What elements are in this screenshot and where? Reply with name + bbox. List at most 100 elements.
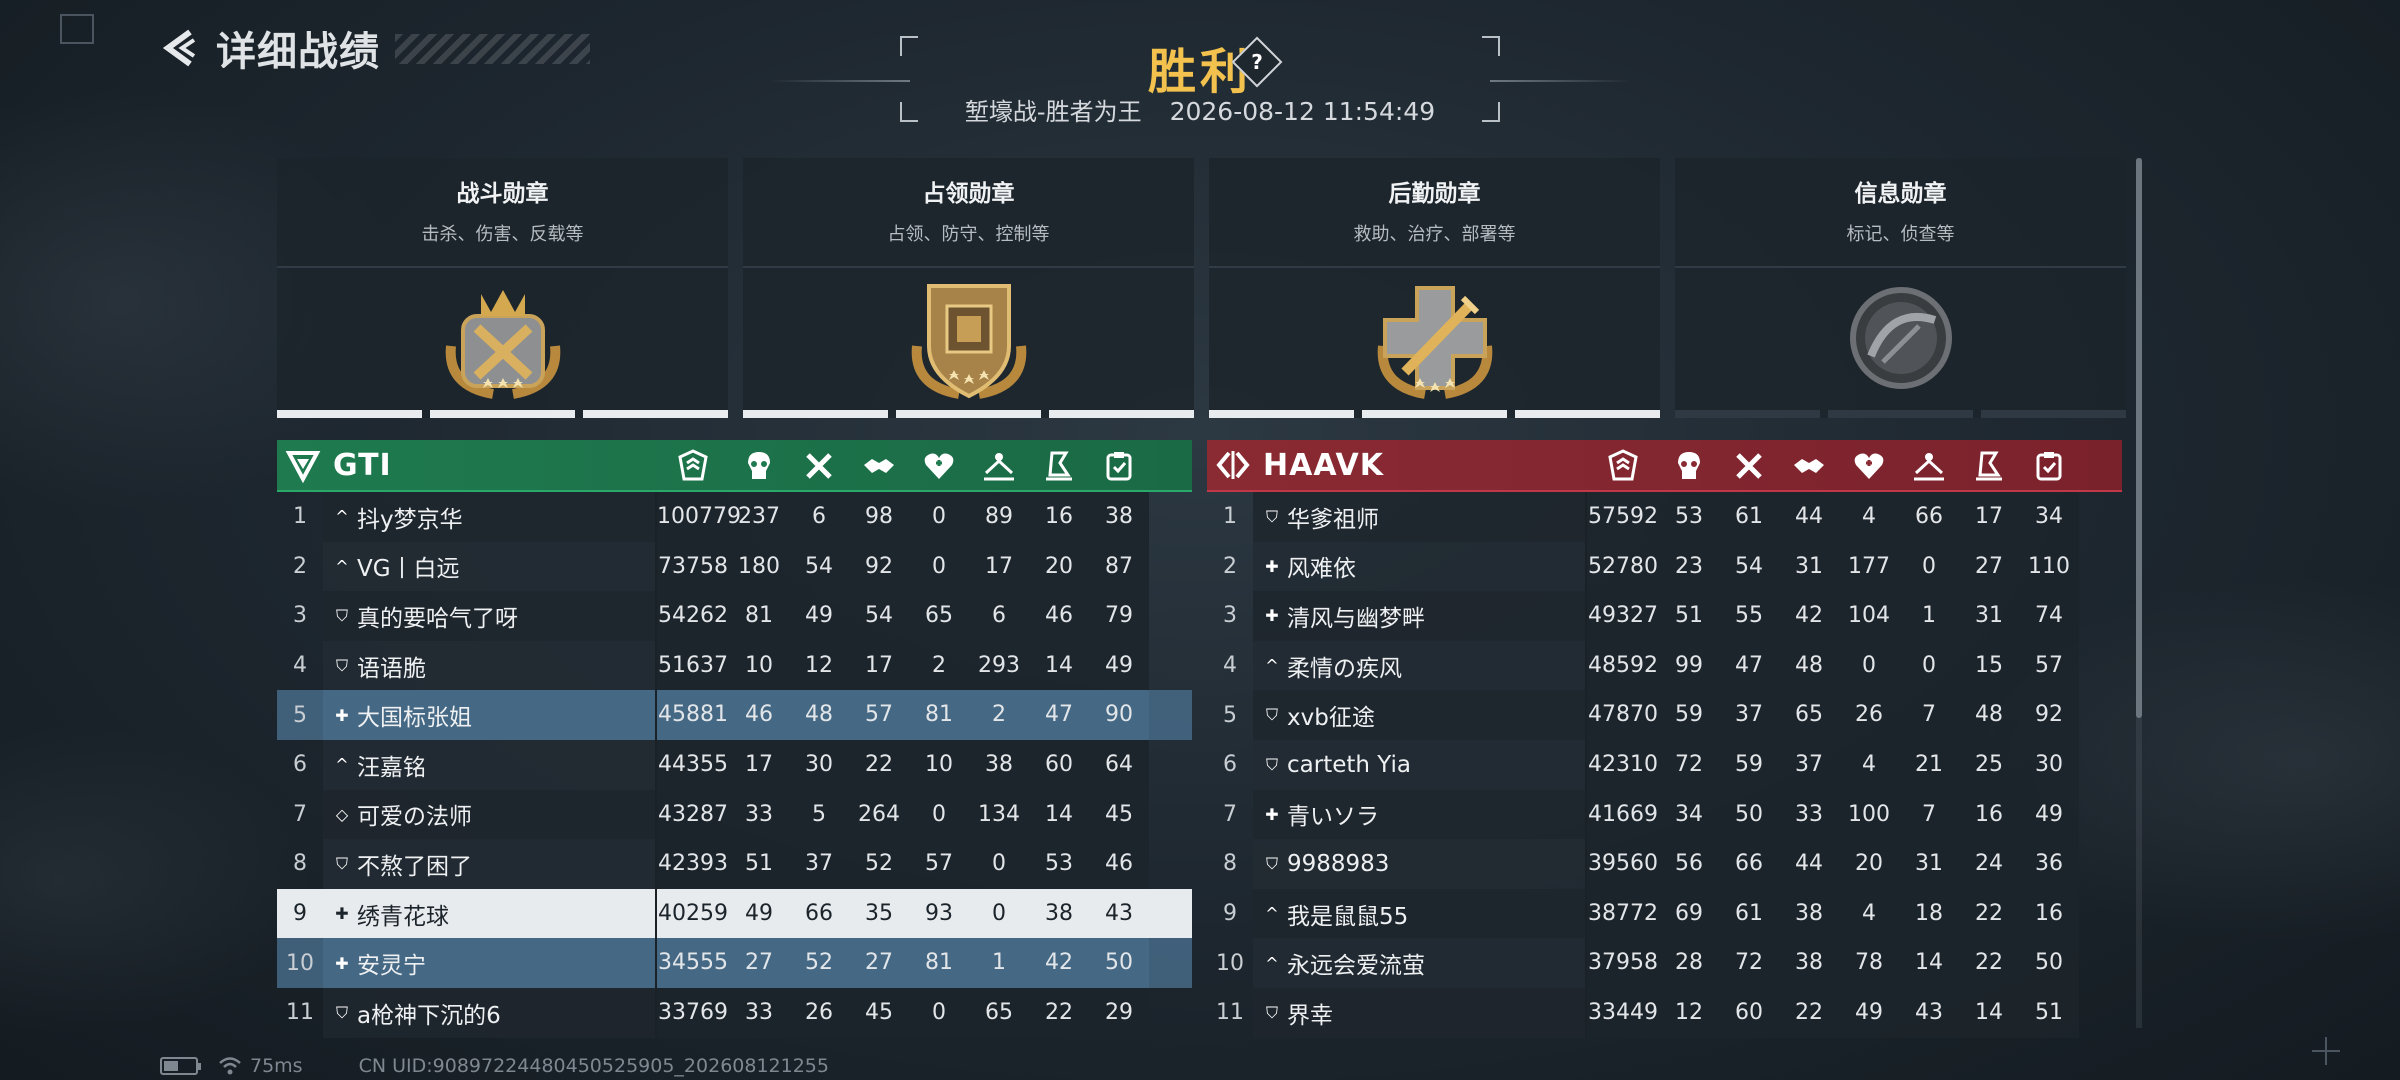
player-row[interactable]: 7 ✚ 青いソラ 41669 34 50 33 100 7 16 49 <box>1207 789 2122 840</box>
player-name: 不熬了困了 <box>357 853 472 880</box>
player-stats: 73758 180 54 92 0 17 20 87 <box>657 541 1149 592</box>
stat-cell: 48 <box>1975 702 2003 728</box>
scrollbar[interactable] <box>2136 158 2142 718</box>
player-row[interactable]: 9 ✚ 绣青花球 40259 49 66 35 93 0 38 43 <box>277 888 1192 939</box>
stat-cell: 48 <box>805 702 833 728</box>
player-row[interactable]: 2 ✚ 风难依 52780 23 54 31 177 0 27 110 <box>1207 541 2122 592</box>
player-row[interactable]: 4 ^ 柔情の疾风 48592 99 47 48 0 0 15 57 <box>1207 640 2122 691</box>
stat-cell: 6 <box>992 603 1006 629</box>
stat-cell: 57592 <box>1588 504 1658 529</box>
player-row[interactable]: 10 ^ 永远会爱流萤 37958 28 72 38 78 14 22 50 <box>1207 938 2122 988</box>
stat-cell: 33449 <box>1588 999 1658 1025</box>
objective-icon <box>1899 440 1959 492</box>
stat-cell: 16 <box>2035 900 2063 926</box>
stat-cell: 22 <box>865 751 893 777</box>
player-row[interactable]: 2 ^ VG丨白远 73758 180 54 92 0 17 20 87 <box>277 541 1192 592</box>
class-icon: ◇ <box>335 804 349 824</box>
stat-cell: 49 <box>1855 999 1883 1025</box>
player-row[interactable]: 11 ⛉ 界幸 33449 12 60 22 49 43 14 51 <box>1207 987 2122 1038</box>
back-button[interactable]: 详细战绩 <box>160 26 380 75</box>
player-row[interactable]: 7 ◇ 可爱の法师 43287 33 5 264 0 134 14 45 <box>277 789 1192 840</box>
stat-cell: 12 <box>805 652 833 678</box>
player-row[interactable]: 10 ✚ 安灵宁 34555 27 52 27 81 1 42 50 <box>277 938 1192 988</box>
player-row[interactable]: 1 ⛉ 华爹祖师 57592 53 61 44 4 66 17 34 <box>1207 492 2122 542</box>
player-cell: ✚ 风难依 <box>1253 541 1587 592</box>
team-name: GTI <box>333 447 392 483</box>
player-name: 青いソラ <box>1287 804 1379 831</box>
player-row[interactable]: 1 ^ 抖y梦京华 100779 237 6 98 0 89 16 38 <box>277 492 1192 542</box>
player-row[interactable]: 11 ⛉ a枪神下沉的6 33769 33 26 45 0 65 22 29 <box>277 987 1192 1038</box>
player-row[interactable]: 8 ⛉ 9988983 39560 56 66 44 20 31 24 36 <box>1207 839 2122 889</box>
stat-cell: 98 <box>865 504 893 529</box>
stat-cell: 48 <box>1795 652 1823 678</box>
player-cell: ⛉ carteth Yia <box>1253 739 1587 790</box>
stat-cell: 34 <box>1675 801 1703 827</box>
stat-cell: 43 <box>1105 900 1133 926</box>
player-row[interactable]: 3 ⛉ 真的要哈气了呀 54262 81 49 54 65 6 46 79 <box>277 591 1192 641</box>
player-row[interactable]: 4 ⛉ 语语脆 51637 10 12 17 2 293 14 49 <box>277 640 1192 691</box>
stat-cell: 37958 <box>1588 950 1658 976</box>
stat-cell: 14 <box>1045 652 1073 678</box>
player-cell: ◇ 可爱の法师 <box>323 789 657 840</box>
stat-cell: 14 <box>1915 950 1943 976</box>
player-row[interactable]: 5 ✚ 大国标张姐 45881 46 48 57 81 2 47 90 <box>277 690 1192 740</box>
medal-card-capture[interactable]: 占领勋章 占领、防守、控制等 <box>743 158 1194 418</box>
player-stats: 48592 99 47 48 0 0 15 57 <box>1587 640 2079 691</box>
stat-cell: 55 <box>1735 603 1763 629</box>
match-info: 堑壕战-胜者为王 2026-08-12 11:54:49 <box>900 92 1500 127</box>
stat-cell: 7 <box>1922 801 1936 827</box>
stat-cell: 237 <box>738 504 780 529</box>
player-name: VG丨白远 <box>357 556 460 583</box>
stat-cell: 23 <box>1675 553 1703 579</box>
class-icon: ✚ <box>1265 804 1279 824</box>
stat-cell: 66 <box>1735 851 1763 877</box>
stat-cell: 4 <box>1862 751 1876 777</box>
player-row[interactable]: 5 ⛉ xvb征途 47870 59 37 65 26 7 48 92 <box>1207 690 2122 740</box>
player-row[interactable]: 3 ✚ 清风与幽梦畔 49327 51 55 42 104 1 31 74 <box>1207 591 2122 641</box>
stat-cell: 2 <box>932 652 946 678</box>
status-bar: 75ms CN UID:9089722448045052590​5_202608… <box>160 1054 829 1078</box>
stat-cell: 65 <box>925 603 953 629</box>
player-row[interactable]: 6 ⛉ carteth Yia 42310 72 59 37 4 21 25 30 <box>1207 739 2122 790</box>
stat-cell: 50 <box>2035 950 2063 976</box>
stat-cell: 14 <box>1045 801 1073 827</box>
medal-card-combat[interactable]: 战斗勋章 击杀、伤害、反载等 <box>277 158 728 418</box>
player-row[interactable]: 8 ⛉ 不熬了困了 42393 51 37 52 57 0 53 46 <box>277 839 1192 889</box>
stat-cell: 4 <box>1862 504 1876 529</box>
medal-name: 后勤勋章 <box>1388 181 1481 207</box>
player-cell: ✚ 绣青花球 <box>323 888 657 939</box>
medal-card-logistics[interactable]: 后勤勋章 救助、治疗、部署等 <box>1209 158 1660 418</box>
stat-cell: 49327 <box>1588 603 1658 629</box>
stat-cell: 293 <box>978 652 1020 678</box>
stat-cell: 81 <box>925 950 953 976</box>
player-name: 语语脆 <box>357 655 426 682</box>
team-emblem-icon <box>1216 451 1250 479</box>
stat-cell: 10 <box>925 751 953 777</box>
medal-progress <box>1675 410 2126 418</box>
stat-cell: 264 <box>858 801 900 827</box>
stat-cell: 38 <box>985 751 1013 777</box>
stat-cell: 61 <box>1735 900 1763 926</box>
stat-cell: 31 <box>1795 553 1823 579</box>
player-row[interactable]: 6 ^ 汪嘉铭 44355 17 30 22 10 38 60 64 <box>277 739 1192 790</box>
medal-card-intel[interactable]: 信息勋章 标记、侦查等 <box>1675 158 2126 418</box>
row-number: 9 <box>1223 901 1237 927</box>
player-name: xvb征途 <box>1287 705 1375 732</box>
stat-cell: 0 <box>1922 652 1936 678</box>
player-cell: ⛉ 9988983 <box>1253 839 1587 889</box>
player-stats: 57592 53 61 44 4 66 17 34 <box>1587 492 2079 542</box>
player-stats: 34555 27 52 27 81 1 42 50 <box>657 938 1149 988</box>
wifi-icon <box>219 1057 241 1075</box>
capture-icon <box>1029 440 1089 492</box>
player-name: 清风与幽梦畔 <box>1287 605 1425 632</box>
class-icon: ⛉ <box>1265 705 1278 725</box>
row-number: 5 <box>1223 702 1237 728</box>
stat-cell: 56 <box>1675 851 1703 877</box>
stat-cell: 27 <box>865 950 893 976</box>
stat-cell: 57 <box>2035 652 2063 678</box>
stat-cell: 49 <box>805 603 833 629</box>
stat-cell: 46 <box>1045 603 1073 629</box>
row-number: 3 <box>1223 603 1237 629</box>
player-row[interactable]: 9 ^ 我是鼠鼠55 38772 69 61 38 4 18 22 16 <box>1207 888 2122 939</box>
stat-cell: 47870 <box>1588 702 1658 728</box>
